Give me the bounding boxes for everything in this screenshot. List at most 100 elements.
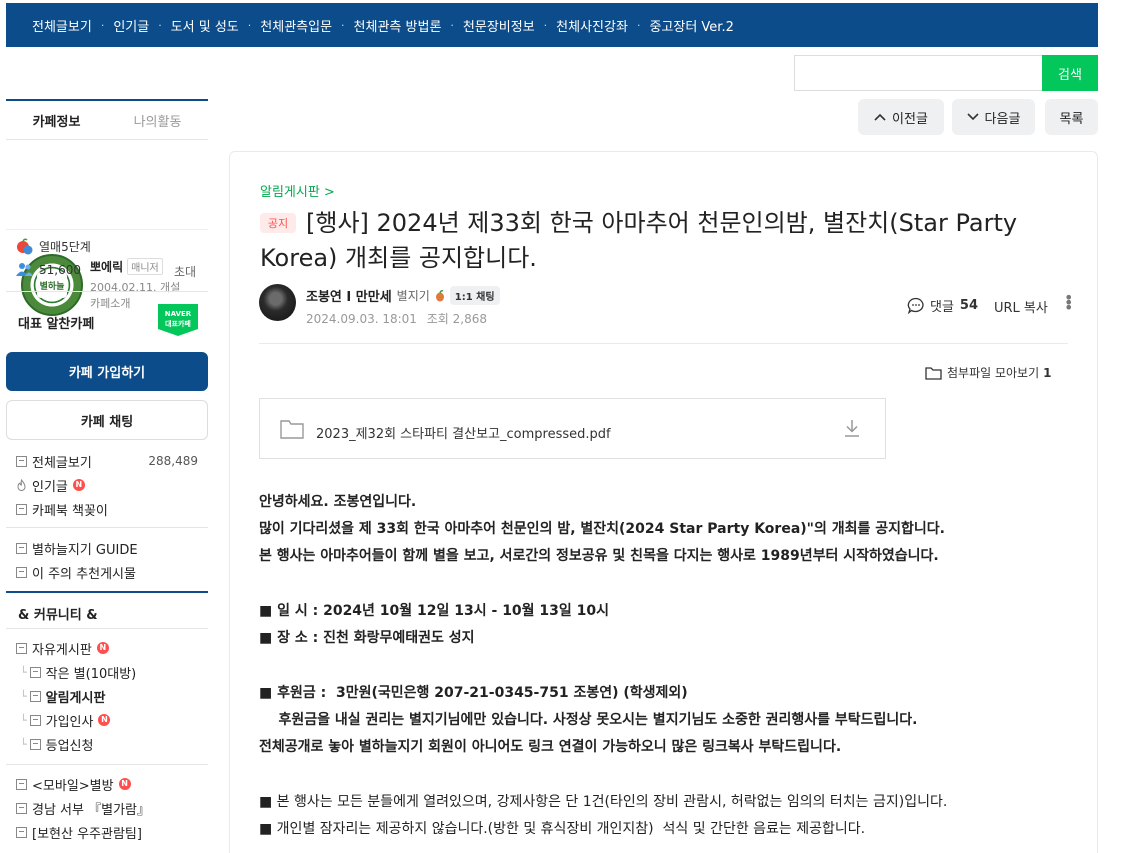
body-lodging: ■ 개인별 잠자리는 제공하지 않습니다.(방한 및 휴식장비 개인지참) 석식… [259,821,866,837]
tab-cafe-info[interactable]: 카페정보 [6,101,107,139]
representative-cafe-label: 대표 알찬카페 [18,317,95,332]
cafe-chat-button[interactable]: 카페 채팅 [6,400,208,440]
menu-item-label: 경남 서부 『별가람』 [32,802,150,818]
top-nav-item[interactable]: 천체사진강좌 [556,16,628,35]
chevron-up-icon [874,113,886,121]
board-icon [29,690,41,702]
folder-icon [280,420,304,439]
menu-item-cafebook[interactable]: 카페북 책꽂이 [6,497,208,521]
article-title: [행사] 2024년 제33회 한국 아마추어 천문인의밤, 별잔치(Star … [260,209,1018,272]
comment-icon [907,297,924,314]
menu-item-gyeongnam[interactable]: 경남 서부 『별가람』 [6,796,208,820]
article-views: 조회 2,868 [426,312,487,326]
cafe-intro-link[interactable]: 카페소개 [90,295,130,311]
menu-item-all-posts[interactable]: 전체글보기 288,489 [6,449,208,473]
new-badge: N [118,778,131,790]
body-announcement: 많이 기다리셨을 제 33회 한국 아마추어 천문인의 밤, 별잔치(2024 … [259,521,945,537]
invite-link[interactable]: 초대 [174,263,196,280]
list-button[interactable]: 목록 [1045,99,1098,135]
menu-group-main: 전체글보기 288,489 인기글 N 카페북 책꽂이 [6,449,208,521]
top-nav-item[interactable]: 천체관측 방법론 [354,16,442,35]
nav-separator: · [100,18,105,32]
article-date: 2024.09.03. 18:01 [306,312,417,326]
menu-group-guide: 별하늘지기 GUIDE 이 주의 추천게시물 [6,536,208,584]
board-icon [16,778,27,790]
board-icon [29,714,41,726]
top-nav-item[interactable]: 인기글 [113,16,149,35]
menu-item-popular[interactable]: 인기글 N [6,473,208,497]
article-meta: 2024.09.03. 18:01 조회 2,868 [306,310,493,327]
menu-group-community: 자유게시판 N └ 작은 별(10대방) └ 알림게시판 └ 가입인사 N └ … [6,636,208,756]
menu-item-label: 알림게시판 [45,690,106,706]
notice-badge: 공지 [260,213,296,233]
tree-branch: └ [20,665,27,679]
menu-item-free-board[interactable]: 자유게시판 N [6,636,208,660]
menu-item-label: 이 주의 추천게시물 [32,566,136,582]
tab-my-activity[interactable]: 나의활동 [107,101,208,139]
top-nav-item[interactable]: 전체글보기 [32,16,92,35]
comment-label: 댓글 [930,300,954,315]
board-link[interactable]: 알림게시판 > [260,181,335,200]
menu-item-count: 288,489 [148,454,198,468]
download-icon[interactable] [842,418,862,438]
nav-separator: · [341,18,345,32]
body-history: 본 행사는 아마추어들이 함께 별을 보고, 서로간의 정보공유 및 친목을 다… [259,548,939,564]
one-to-one-chat-button[interactable]: 1:1 채팅 [449,286,500,305]
top-nav-item[interactable]: 천문장비정보 [463,16,535,35]
menu-item-level-up[interactable]: └ 등업신청 [6,732,208,756]
menu-item-bohyeonsan[interactable]: [보현산 우주관람팀] [6,820,208,844]
folder-icon [925,366,942,380]
menu-item-notice-board[interactable]: └ 알림게시판 [6,684,208,708]
board-icon [16,826,27,838]
divider [6,291,208,292]
divider [6,764,208,765]
attachment-file[interactable]: 2023_제32회 스타파티 결산보고_compressed.pdf [259,398,886,459]
search-input[interactable] [794,55,1042,91]
body-location: ■ 장 소 : 진천 화랑무예태권도 성지 [259,630,475,646]
new-badge: N [98,714,111,726]
author-name[interactable]: 조봉연 I 만만세 [306,286,392,305]
cafe-level[interactable]: 열매5단계 [16,238,91,255]
menu-item-teens[interactable]: └ 작은 별(10대방) [6,660,208,684]
next-article-button[interactable]: 다음글 [952,99,1035,135]
more-options-icon[interactable]: • • • [1064,290,1073,316]
board-icon [16,802,27,814]
list-label: 목록 [1059,111,1084,127]
menu-item-label: [보현산 우주관람팀] [32,826,142,842]
menu-item-guide[interactable]: 별하늘지기 GUIDE [6,536,208,560]
top-nav-item[interactable]: 천체관측입문 [260,16,332,35]
top-nav-item[interactable]: 도서 및 성도 [171,16,239,35]
manager-row: 뽀에릭 매니저 [90,258,163,275]
comment-count-button[interactable]: 댓글 54 [907,296,978,315]
attachments-label: 첨부파일 모아보기 [947,366,1040,380]
new-badge: N [72,479,85,491]
join-cafe-button[interactable]: 카페 가입하기 [6,352,208,391]
board-icon [16,642,27,654]
menu-item-weekly-picks[interactable]: 이 주의 추천게시물 [6,560,208,584]
prev-article-button[interactable]: 이전글 [858,99,944,135]
manager-name[interactable]: 뽀에릭 [90,258,123,275]
author-avatar[interactable] [259,284,296,321]
attachments-view-all[interactable]: 첨부파일 모아보기 1 [925,364,1052,381]
member-count[interactable]: 51,600 [16,262,81,277]
search-button[interactable]: 검색 [1042,55,1098,91]
board-icon [16,455,27,467]
board-icon [16,542,27,554]
sidebar-tabs: 카페정보 나의활동 [6,99,208,140]
nav-separator: · [450,18,454,32]
menu-item-greetings[interactable]: └ 가입인사 N [6,708,208,732]
menu-item-mobile[interactable]: <모바일>별방 N [6,772,208,796]
divider [6,591,208,593]
next-label: 다음글 [984,111,1021,127]
top-nav-item[interactable]: 중고장터 Ver.2 [649,16,733,35]
nav-separator: · [636,18,641,32]
cafe-created-date: 2004.02.11. 개설 [90,281,181,294]
menu-item-label: 별하늘지기 GUIDE [32,542,138,558]
divider [6,628,208,629]
menu-item-label: 작은 별(10대방) [45,666,137,682]
body-public-note: 전체공개로 놓아 별하늘지기 회원이 아니어도 링크 연결이 가능하오니 많은 … [259,739,842,755]
nav-separator: · [543,18,548,32]
naver-badge-line1: NAVER [164,310,192,318]
naver-badge-line2: 대표카페 [165,320,191,328]
url-copy-button[interactable]: URL 복사 [994,297,1048,316]
